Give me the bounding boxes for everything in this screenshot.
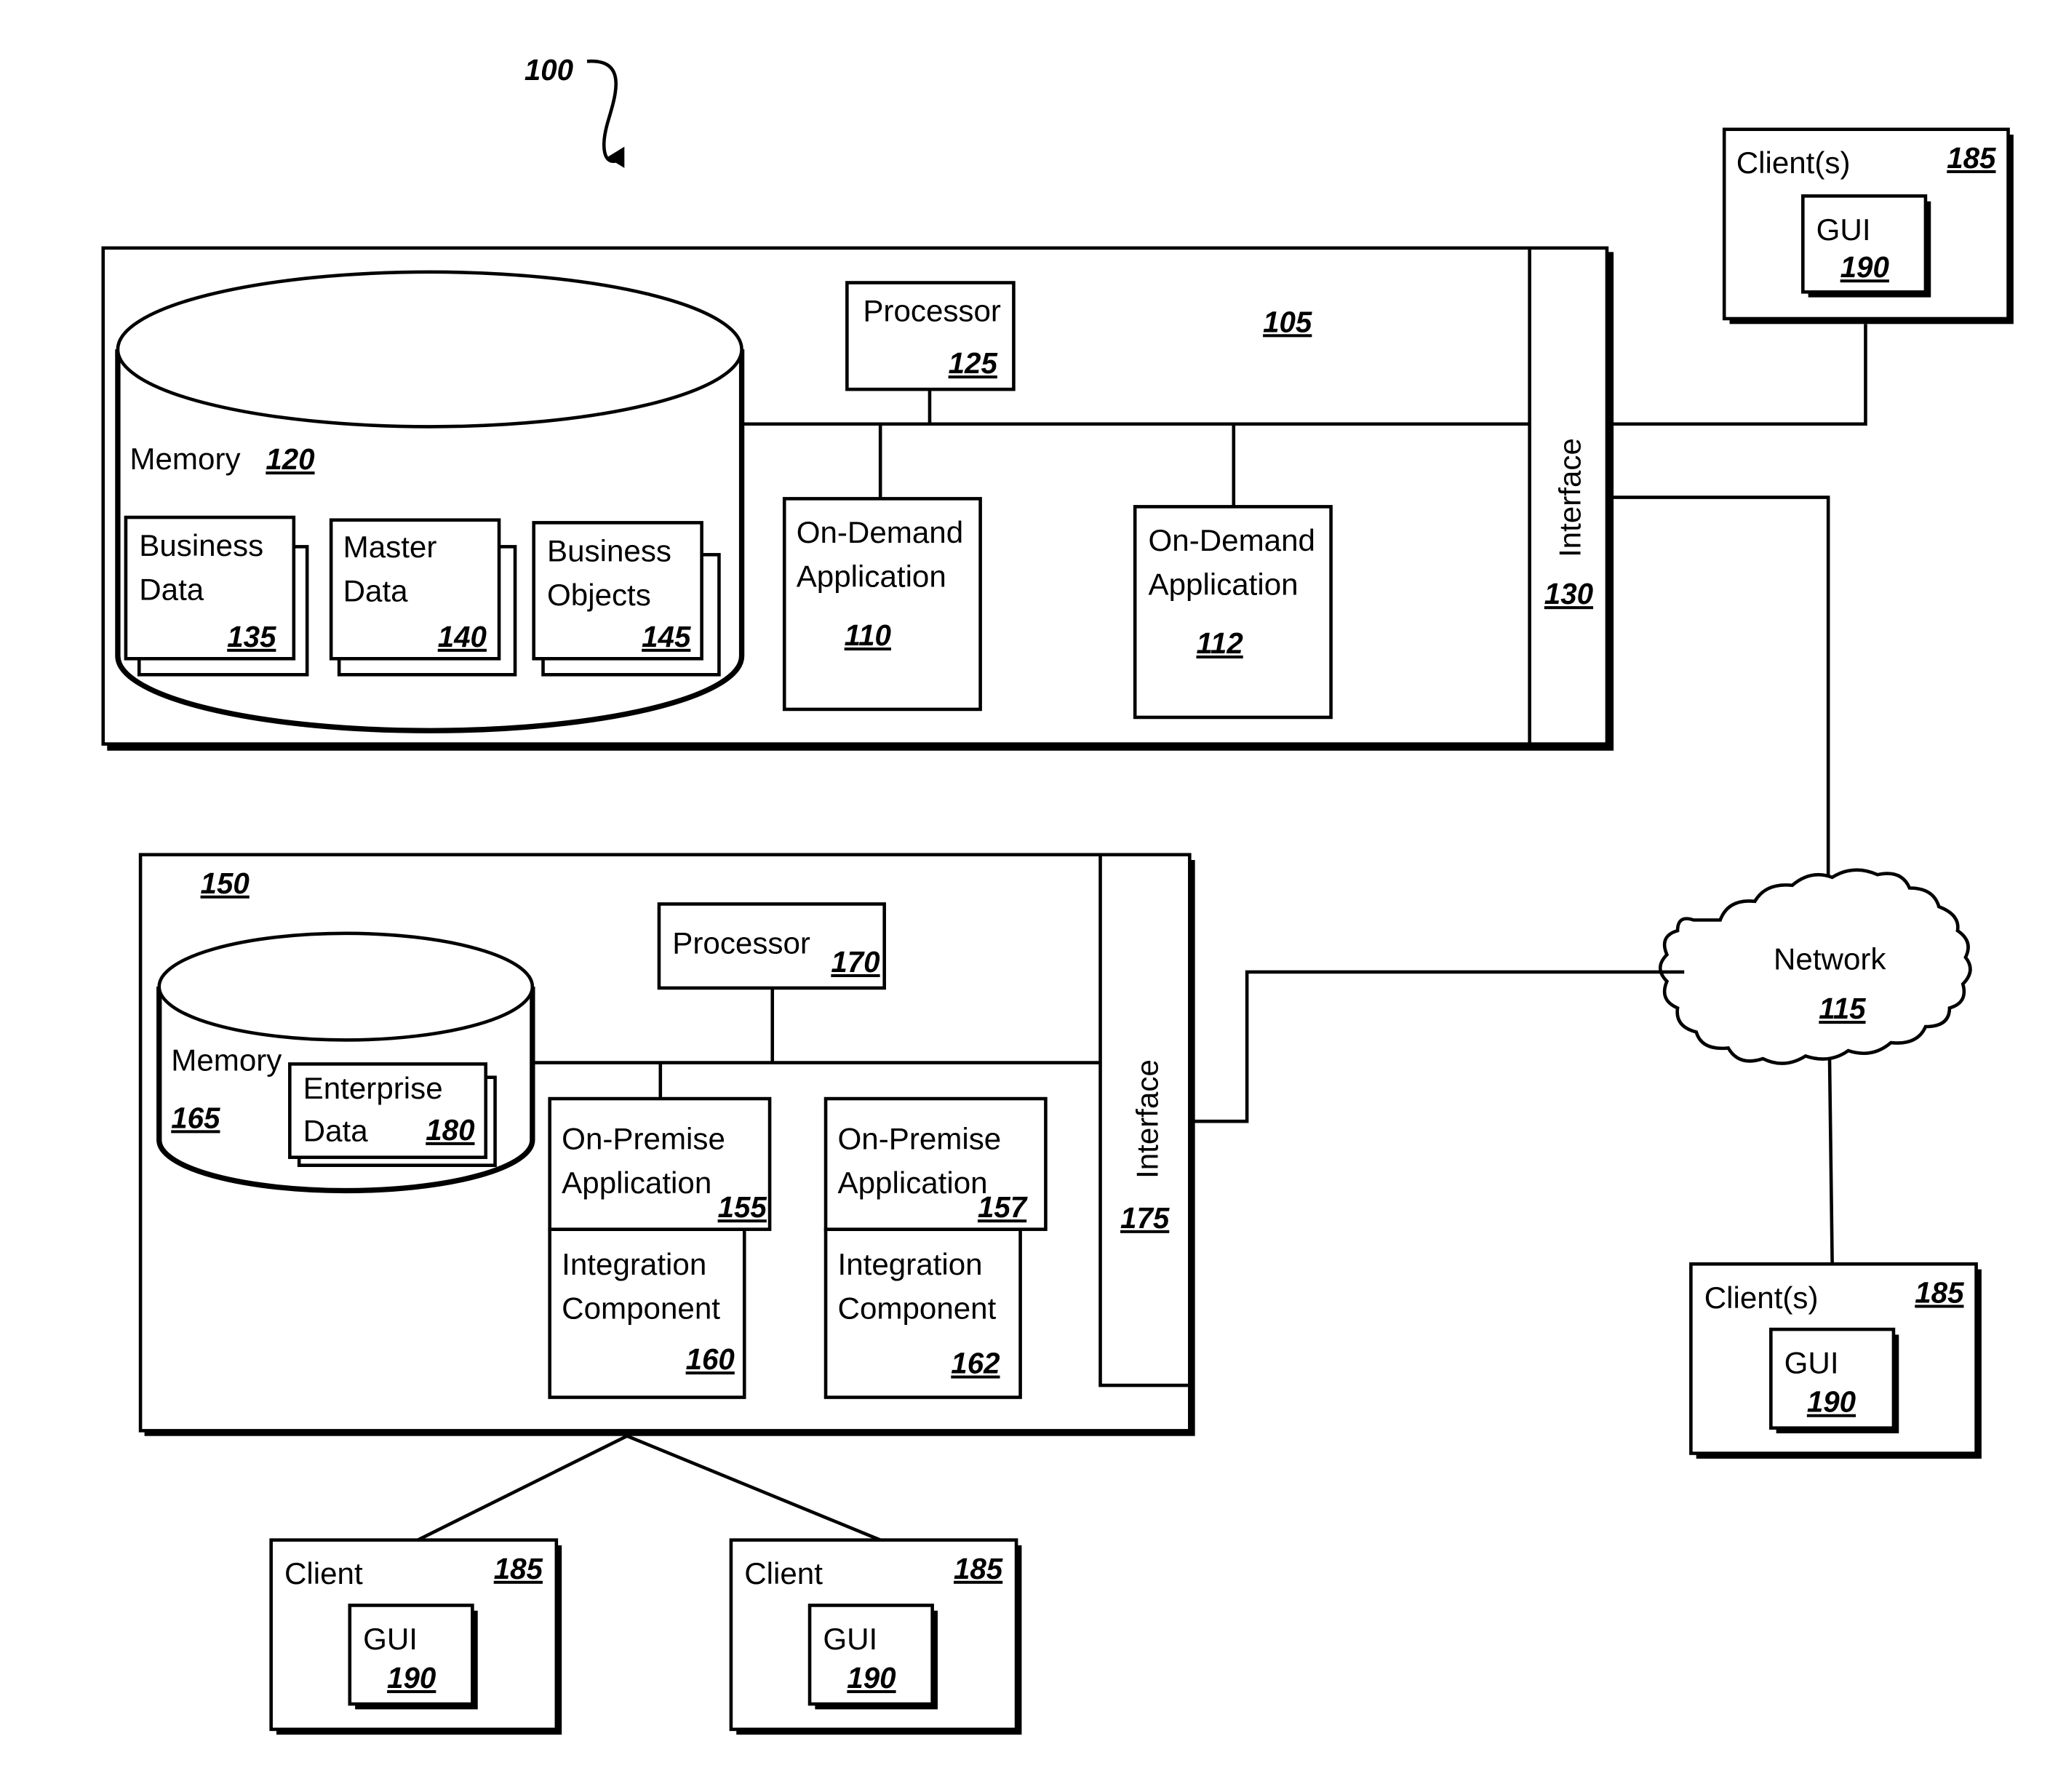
client-bottom-left: Client 185 GUI 190 [269, 1538, 562, 1735]
processor-125-ref: 125 [949, 347, 998, 380]
client-bottom-left-label: Client [284, 1556, 363, 1590]
on-premise-app-157-ref: 157 [978, 1191, 1028, 1224]
memory-120-ref: 120 [266, 443, 315, 476]
memory-120-cylinder: Memory 120 Business Data 135 Master Data… [115, 270, 745, 733]
client-top-right-ref: 185 [1947, 142, 1996, 175]
client-top-right: Client(s) 185 GUI 190 [1722, 127, 2014, 324]
client-top-right-label: Client(s) [1736, 146, 1851, 180]
integration-162-line1: Integration [838, 1247, 983, 1281]
interface-130-label: Interface [1552, 438, 1587, 557]
business-objects-line2: Objects [547, 578, 651, 612]
link-interface130-client-top [1606, 324, 1867, 426]
link-interface175-network [1193, 970, 1685, 1123]
figure-arrow-head [607, 146, 625, 168]
master-data-line1: Master [343, 530, 437, 564]
business-data-line2: Data [139, 573, 204, 607]
enterprise-data-line1: Enterprise [303, 1071, 443, 1105]
on-demand-app-112-ref: 112 [1196, 627, 1243, 660]
network-ref: 115 [1819, 992, 1866, 1025]
interface-130-ref: 130 [1544, 578, 1594, 610]
gui-bottom-center-ref: 190 [847, 1662, 896, 1695]
memory-165-top [157, 931, 535, 1042]
on-demand-app-110-line1: On-Demand [797, 515, 963, 549]
on-demand-app-112-line1: On-Demand [1149, 523, 1315, 557]
on-premise-app-155-ref: 155 [718, 1191, 767, 1224]
memory-120-top [116, 270, 743, 429]
enterprise-data-ref: 180 [426, 1114, 475, 1147]
on-demand-app-110-line2: Application [797, 559, 946, 593]
client-bottom-left-ref: 185 [494, 1553, 543, 1585]
gui-bottom-center-label: GUI [823, 1622, 877, 1656]
memory-165-ref: 165 [171, 1102, 220, 1134]
gui-top-right-label: GUI [1816, 212, 1871, 247]
on-premise-app-155-line2: Application [562, 1166, 711, 1200]
link-onpremise-client-center [626, 1434, 882, 1542]
client-right: Client(s) 185 GUI 190 [1689, 1262, 1982, 1459]
client-bottom-center-ref: 185 [954, 1553, 1003, 1585]
integration-160-line1: Integration [562, 1247, 706, 1281]
memory-120-label: Memory [129, 442, 240, 476]
gui-right-ref: 190 [1807, 1386, 1856, 1419]
integration-162-ref: 162 [951, 1347, 1000, 1380]
business-data-ref: 135 [227, 621, 276, 653]
business-objects-line1: Business [547, 534, 671, 568]
client-right-label: Client(s) [1704, 1281, 1819, 1315]
enterprise-data-line2: Data [303, 1114, 369, 1148]
link-interface130-network [1606, 495, 1830, 891]
gui-bottom-left-label: GUI [363, 1622, 418, 1656]
on-demand-system: 105 Memory 120 Business Data 135 Master … [101, 246, 1614, 751]
client-bottom-center-label: Client [744, 1556, 823, 1590]
processor-170-ref: 170 [831, 946, 880, 979]
processor-170-label: Processor [672, 925, 810, 960]
on-premise-system-ref: 150 [201, 867, 250, 900]
on-premise-system: 150 Memory 165 Enterprise Data 180 Proce… [138, 853, 1195, 1436]
master-data-ref: 140 [438, 621, 487, 653]
network-label: Network [1774, 941, 1886, 976]
on-premise-app-157-line1: On-Premise [838, 1122, 1002, 1156]
on-demand-app-112-line2: Application [1149, 567, 1299, 601]
interface-175-ref: 175 [1120, 1202, 1170, 1235]
gui-top-right-ref: 190 [1840, 251, 1890, 284]
gui-right-label: GUI [1784, 1346, 1839, 1380]
business-data-line1: Business [139, 528, 263, 562]
business-objects-ref: 145 [642, 621, 691, 653]
figure-reference: 100 [525, 54, 574, 87]
client-bottom-center: Client 185 GUI 190 [729, 1538, 1022, 1735]
link-onpremise-client-left [417, 1434, 628, 1542]
figure-arrow-curve [586, 59, 620, 163]
client-right-ref: 185 [1915, 1276, 1964, 1309]
interface-175-label: Interface [1130, 1059, 1164, 1179]
on-premise-app-155-line1: On-Premise [562, 1122, 725, 1156]
link-network-client-right [1827, 1057, 1834, 1265]
gui-bottom-left-ref: 190 [387, 1662, 436, 1695]
integration-160-ref: 160 [686, 1343, 735, 1376]
integration-162-line2: Component [838, 1291, 997, 1325]
network-115: Network 115 [1658, 868, 1972, 1065]
master-data-line2: Data [343, 573, 409, 608]
on-premise-app-157-line2: Application [838, 1166, 988, 1200]
integration-160-line2: Component [562, 1291, 720, 1325]
memory-165-label: Memory [171, 1043, 282, 1078]
on-demand-system-ref: 105 [1263, 306, 1312, 338]
system-architecture-diagram: 100 105 Memory 120 Business Data 135 Mas… [101, 54, 2014, 1735]
on-demand-app-110-ref: 110 [845, 619, 892, 652]
processor-125-label: Processor [863, 294, 1001, 328]
